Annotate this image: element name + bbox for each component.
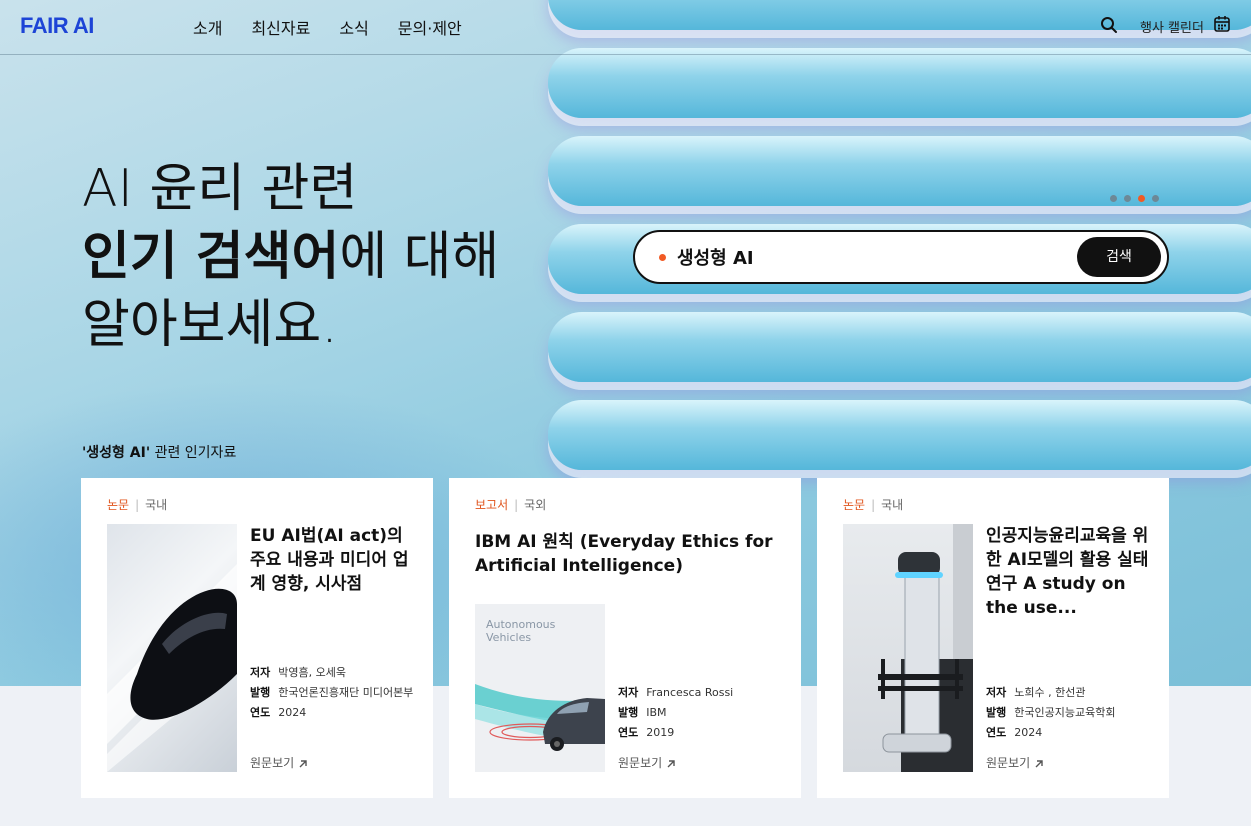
- card-title[interactable]: IBM AI 원칙 (Everyday Ethics for Artificia…: [475, 530, 775, 578]
- bullet-icon: [659, 254, 666, 261]
- view-original-link[interactable]: 원문보기: [250, 754, 308, 771]
- card-meta: 저자 노희수 , 한선관 발행 한국인공지능교육학회 연도 2024: [986, 686, 1116, 739]
- card-type: 보고서: [475, 498, 509, 512]
- card-thumbnail: [843, 524, 973, 772]
- resource-card[interactable]: 논문 | 국내 EU AI법(AI act)의 주요 내용과 미디어 업계 영향, …: [81, 478, 433, 798]
- hero-headline: AI 윤리 관련 인기 검색어에 대해 알아보세요.: [82, 155, 499, 359]
- search-button[interactable]: 검색: [1077, 237, 1161, 277]
- search-icon[interactable]: [1100, 16, 1118, 34]
- carousel-dot[interactable]: [1152, 195, 1159, 202]
- card-type: 논문: [107, 498, 130, 512]
- arrow-up-right-icon: [299, 760, 307, 768]
- resource-card[interactable]: 논문 | 국내 인공지능윤리교육을 위한 AI모델의 활용 실태 연구 A stud…: [817, 478, 1169, 798]
- card-author: 박영흠, 오세욱: [278, 666, 346, 679]
- nav-item-contact[interactable]: 문의·제안: [398, 15, 462, 39]
- headline-keyword: 인기 검색어: [82, 227, 340, 287]
- card-type: 논문: [843, 498, 866, 512]
- card-meta: 저자 박영흠, 오세욱 발행 한국언론진흥재단 미디어본부 연도 2024: [250, 666, 414, 719]
- card-thumbnail: Autonomous Vehicles: [475, 604, 605, 772]
- calendar-icon[interactable]: [1214, 15, 1230, 32]
- card-region: 국내: [145, 498, 168, 512]
- card-year: 2019: [646, 726, 675, 739]
- card-author: 노희수 , 한선관: [1014, 686, 1086, 699]
- card-year: 2024: [1014, 726, 1043, 739]
- card-meta: 저자 Francesca Rossi 발행 IBM 연도 2019: [618, 686, 734, 739]
- headline-line-2-rest: 에 대해: [339, 227, 500, 287]
- card-region: 국내: [881, 498, 904, 512]
- carousel-dots: [1110, 195, 1159, 202]
- card-publisher: 한국인공지능교육학회: [1014, 706, 1116, 719]
- main-nav: 소개 최신자료 소식 문의·제안: [193, 15, 462, 39]
- card-publisher: IBM: [646, 706, 667, 719]
- card-thumbnail: [107, 524, 237, 772]
- headline-line-3: 알아보세요.: [82, 295, 338, 355]
- section-keyword: '생성형 AI': [82, 445, 151, 461]
- carousel-dot[interactable]: [1110, 195, 1117, 202]
- card-publisher: 한국언론진흥재단 미디어본부: [278, 686, 414, 699]
- card-author: Francesca Rossi: [646, 686, 734, 699]
- arrow-up-right-icon: [1035, 760, 1043, 768]
- keyword-search-input[interactable]: [677, 246, 1057, 267]
- carousel-dot-active[interactable]: [1138, 195, 1145, 202]
- keyword-search-box: 검색: [633, 230, 1169, 284]
- carousel-dot[interactable]: [1124, 195, 1131, 202]
- nav-item-about[interactable]: 소개: [193, 15, 222, 39]
- site-logo[interactable]: FAIR AI: [20, 13, 94, 39]
- section-label-text: 관련 인기자료: [150, 445, 237, 461]
- card-year: 2024: [278, 706, 307, 719]
- card-title[interactable]: EU AI법(AI act)의 주요 내용과 미디어 업계 영향, 시사점: [250, 524, 410, 596]
- resource-card[interactable]: 보고서 | 국외 IBM AI 원칙 (Everyday Ethics for Ar…: [449, 478, 801, 798]
- section-label: '생성형 AI' 관련 인기자료: [82, 442, 236, 462]
- card-title[interactable]: 인공지능윤리교육을 위한 AI모델의 활용 실태 연구 A study on t…: [986, 524, 1151, 620]
- calendar-link[interactable]: 행사 캘린더: [1140, 17, 1204, 36]
- nav-item-news[interactable]: 소식: [339, 15, 368, 39]
- site-header: FAIR AI 소개 최신자료 소식 문의·제안 행사 캘린더: [0, 0, 1251, 55]
- arrow-up-right-icon: [667, 760, 675, 768]
- headline-line-1: AI 윤리 관련: [82, 159, 358, 219]
- view-original-link[interactable]: 원문보기: [618, 754, 676, 771]
- view-original-link[interactable]: 원문보기: [986, 754, 1044, 771]
- card-region: 국외: [524, 498, 547, 512]
- nav-item-latest[interactable]: 최신자료: [251, 15, 310, 39]
